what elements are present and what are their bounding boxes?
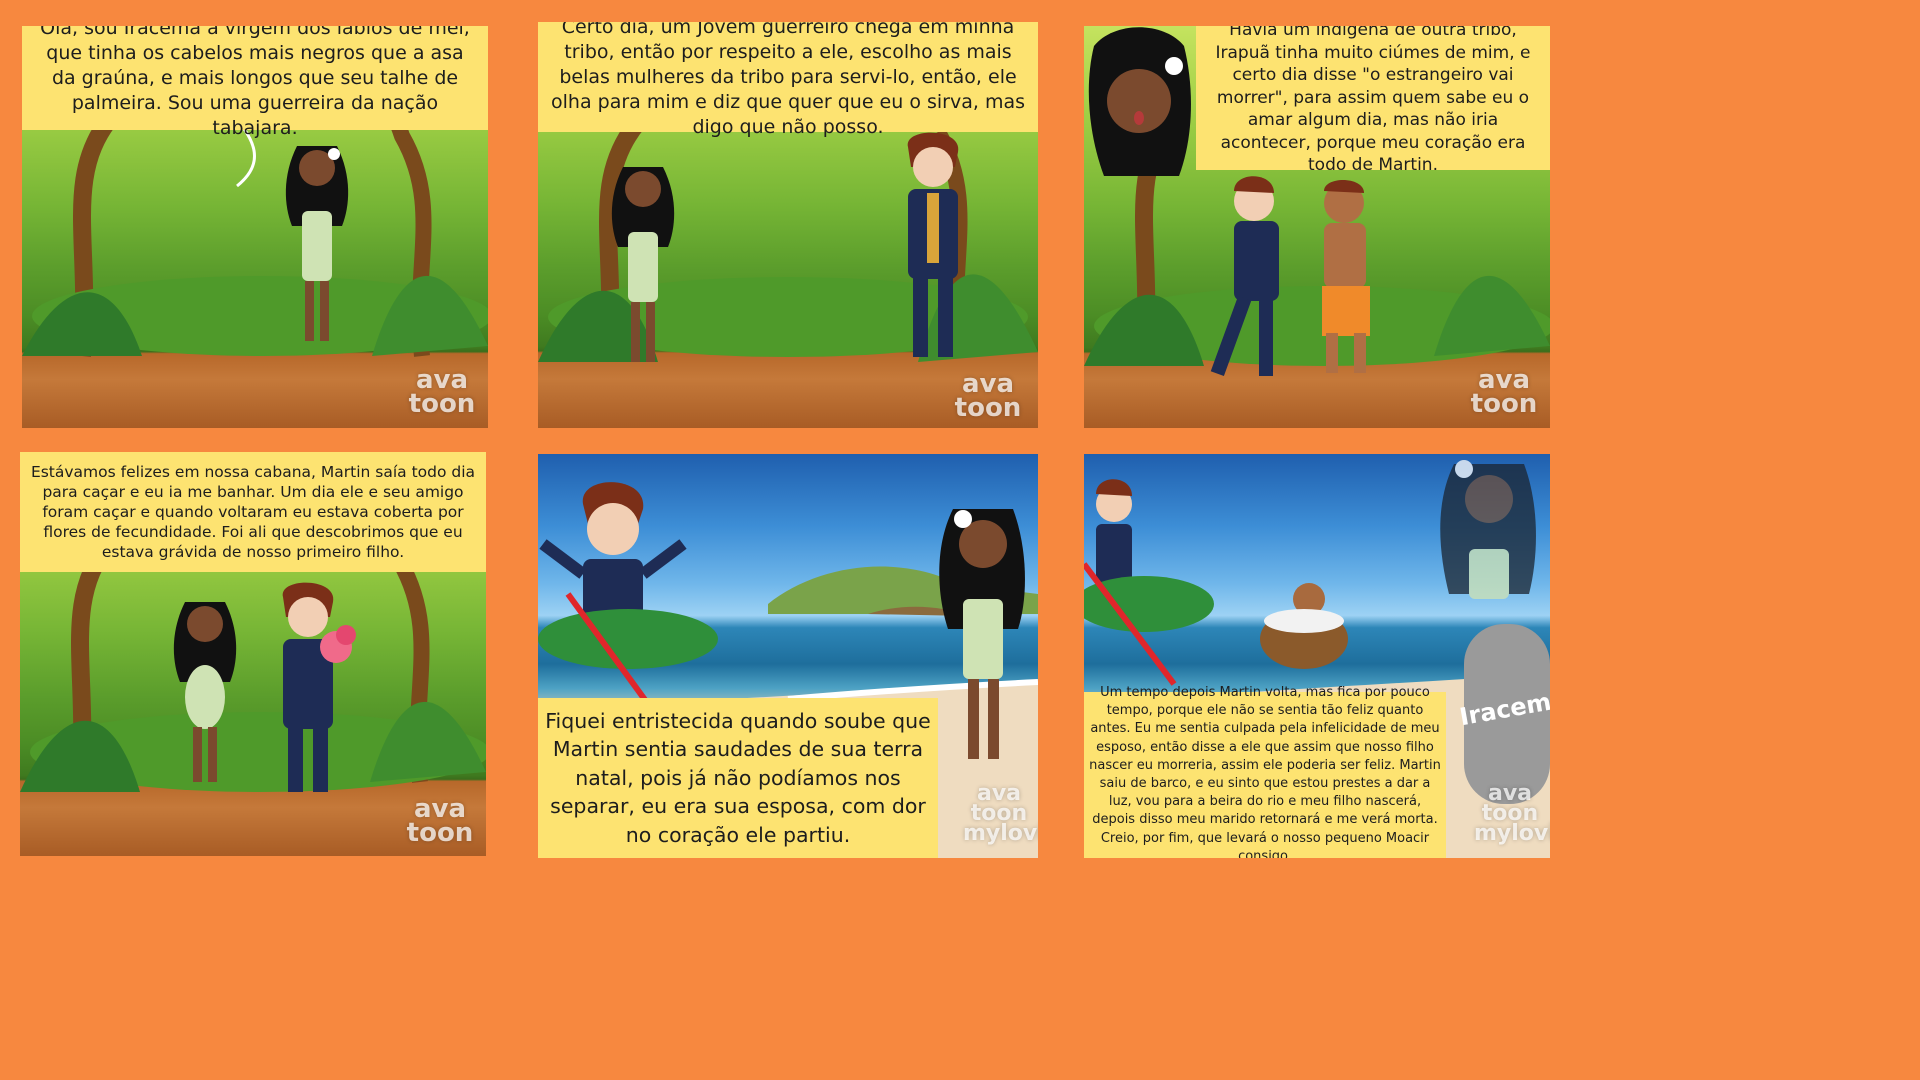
baby-in-basket — [1260, 583, 1348, 669]
panel-caption: Um tempo depois Martin volta, mas fica p… — [1084, 685, 1446, 858]
panel-caption: Estávamos felizes em nossa cabana, Marti… — [20, 452, 486, 572]
avatoon-watermark: ava toon — [954, 369, 1022, 423]
avatoon-watermark: ava toon — [406, 794, 474, 848]
avatoon-watermark: ava toon mylovie — [963, 781, 1038, 846]
martin-in-canoe — [1084, 479, 1214, 686]
iracema-character — [611, 167, 675, 362]
iracema-character — [173, 602, 237, 782]
iracema-character — [285, 146, 349, 341]
panel-caption: Fiquei entristecida quando soube que Mar… — [538, 698, 938, 858]
iracema-portrait — [1088, 27, 1191, 176]
martin-character — [907, 132, 959, 357]
comic-panel-4: Estávamos felizes em nossa cabana, Marti… — [20, 452, 486, 856]
iracema-ghost — [1440, 460, 1536, 599]
comic-panel-3: Havia um indígena de outra tribo, Irapuã… — [1084, 26, 1550, 428]
avatoon-watermark: ava toon mylovie — [1474, 781, 1550, 846]
panel-caption: Olá, sou Iracema a virgem dos lábios de … — [22, 26, 488, 139]
martin-irapua-struggle — [1210, 176, 1370, 376]
comic-panel-6: Iracema Um tempo depois Martin volta, ma… — [1084, 454, 1550, 858]
panel-caption: Havia um indígena de outra tribo, Irapuã… — [1196, 26, 1550, 175]
martin-in-canoe — [538, 482, 718, 704]
comic-panel-5: Fiquei entristecida quando soube que Mar… — [538, 454, 1038, 858]
martin-with-flowers — [282, 582, 356, 792]
iracema-character — [939, 509, 1025, 759]
panel-caption: Certo dia, um Jovem guerreiro chega em m… — [538, 22, 1038, 138]
avatoon-watermark: ava toon — [408, 365, 476, 419]
comic-panel-2: Certo dia, um Jovem guerreiro chega em m… — [538, 22, 1038, 428]
avatoon-watermark: ava toon — [1470, 365, 1538, 419]
comic-panel-1: Olá, sou Iracema a virgem dos lábios de … — [22, 26, 488, 428]
